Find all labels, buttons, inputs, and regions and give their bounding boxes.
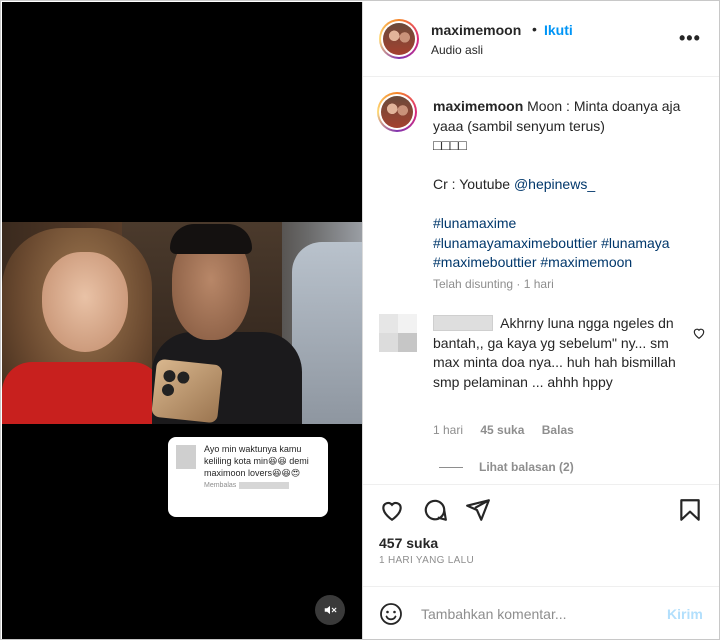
caption-avatar[interactable]: [377, 92, 417, 132]
comment-time: 1 hari: [433, 423, 464, 437]
more-options-icon[interactable]: •••: [679, 28, 701, 49]
speaker-muted-icon: [324, 605, 337, 615]
likes-count[interactable]: 457 suka: [379, 535, 438, 551]
mute-button[interactable]: [315, 595, 345, 625]
send-button[interactable]: Kirim: [667, 606, 703, 622]
header-username[interactable]: maximemoon: [431, 22, 521, 38]
video-frame: [2, 222, 362, 424]
comment-meta: 1 hari 45 suka Balas: [433, 423, 588, 437]
bookmark-icon[interactable]: [677, 497, 703, 523]
audio-label[interactable]: Audio asli: [431, 43, 483, 57]
video-player[interactable]: Ayo min waktunya kamu keliling kota min😆…: [2, 2, 362, 639]
caption-credit: Cr : Youtube: [433, 176, 514, 192]
comment-item: Akhrny luna ngga ngeles dn bantah,, ga k…: [363, 310, 719, 480]
heart-icon[interactable]: [692, 326, 706, 340]
post-header: maximemoon • Ikuti Audio asli •••: [363, 2, 719, 77]
reply-button[interactable]: Balas: [542, 423, 574, 437]
reply-sticker: Ayo min waktunya kamu keliling kota min😆…: [168, 437, 328, 517]
reply-sticker-text: Ayo min waktunya kamu keliling kota min😆…: [204, 444, 309, 478]
add-comment-bar: Tambahkan komentar... Kirim: [363, 586, 719, 639]
comment-username-blurred[interactable]: [433, 315, 493, 331]
comment-likes[interactable]: 45 suka: [480, 423, 524, 437]
view-replies-button[interactable]: Lihat balasan (2): [439, 460, 574, 474]
separator-dot: •: [532, 21, 537, 37]
reply-sticker-meta: Membalas: [204, 482, 320, 489]
action-bar: 457 suka 1 HARI YANG LALU: [363, 484, 719, 584]
hashtag-link[interactable]: #maximemoon: [540, 254, 632, 270]
emoji-icon[interactable]: [379, 602, 403, 626]
caption-emoji: □□□□: [433, 137, 467, 153]
caption-text: maximemoon Moon : Minta doanya aja yaaa …: [433, 97, 703, 273]
hashtag-link[interactable]: #lunamaxime: [433, 215, 516, 231]
caption-username[interactable]: maximemoon: [433, 98, 523, 114]
post-dialog: Ayo min waktunya kamu keliling kota min😆…: [0, 0, 720, 640]
comment-body: Akhrny luna ngga ngeles dn bantah,, ga k…: [433, 314, 683, 392]
follow-button[interactable]: Ikuti: [544, 22, 573, 38]
reply-avatar-blurred: [176, 445, 196, 469]
share-icon[interactable]: [465, 497, 491, 523]
hashtag-link[interactable]: #maximebouttier: [433, 254, 537, 270]
caption-edited-time: Telah disunting · 1 hari: [433, 277, 554, 291]
caption: maximemoon Moon : Minta doanya aja yaaa …: [363, 78, 719, 292]
comment-input[interactable]: Tambahkan komentar...: [421, 606, 567, 622]
heart-icon[interactable]: [379, 497, 405, 523]
hashtag-link[interactable]: #lunamaya: [601, 235, 670, 251]
comment-icon[interactable]: [422, 497, 448, 523]
hashtag-link[interactable]: #lunamayamaximebouttier: [433, 235, 597, 251]
avatar[interactable]: [379, 19, 419, 59]
mention-link[interactable]: @hepinews_: [514, 176, 595, 192]
post-date: 1 HARI YANG LALU: [379, 555, 475, 566]
post-details-panel: maximemoon • Ikuti Audio asli ••• maxime…: [362, 2, 719, 639]
comment-avatar-blurred[interactable]: [379, 314, 417, 352]
